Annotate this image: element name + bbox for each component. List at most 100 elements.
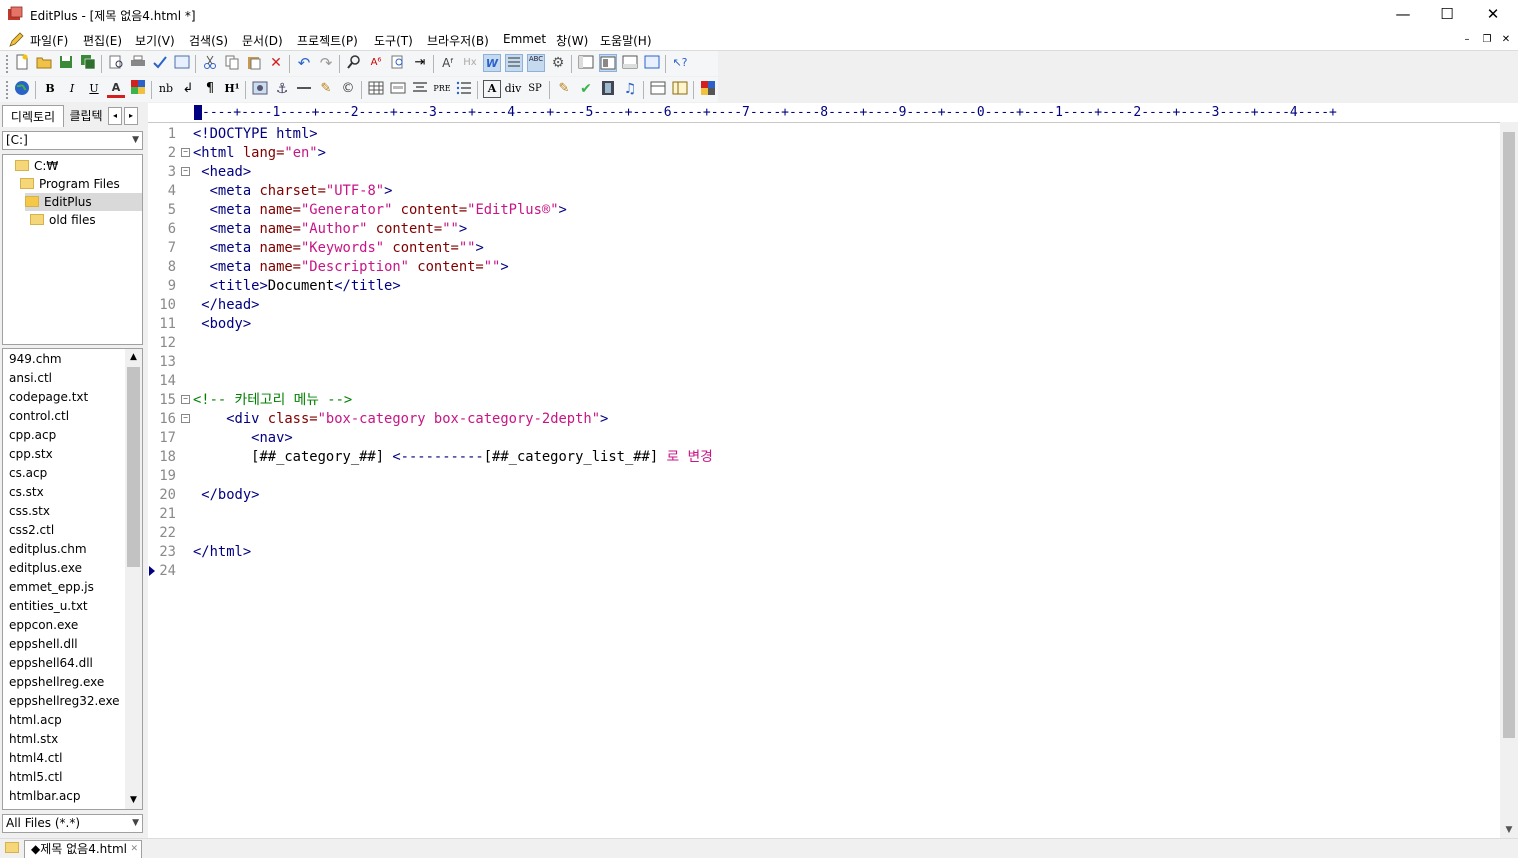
code-line[interactable]: 21 (148, 505, 1488, 524)
settings-gear-icon[interactable]: ⚙ (549, 54, 567, 72)
table-icon[interactable] (367, 80, 385, 98)
file-item[interactable]: css2.ctl (9, 521, 54, 540)
find-in-files-icon[interactable] (389, 54, 407, 72)
file-item[interactable]: eppshellreg.exe (9, 673, 104, 692)
save-icon[interactable] (57, 54, 75, 72)
layout-icon[interactable] (671, 80, 689, 98)
fold-toggle-icon[interactable]: − (181, 395, 190, 404)
file-item[interactable]: eppshellreg32.exe (9, 692, 120, 711)
file-item[interactable]: ansi.ctl (9, 369, 52, 388)
new-file-icon[interactable] (13, 54, 31, 72)
file-item[interactable]: 949.chm (9, 350, 62, 369)
code-line[interactable]: 4 <meta charset="UTF-8"> (148, 182, 1488, 201)
word-wrap-icon[interactable]: W (483, 54, 501, 72)
menu-window[interactable]: 창(W) (556, 32, 588, 49)
code-line[interactable]: 5 <meta name="Generator" content="EditPl… (148, 201, 1488, 220)
code-line[interactable]: 22 (148, 524, 1488, 543)
tree-item[interactable]: EditPlus (25, 193, 142, 211)
close-button[interactable]: ✕ (1470, 0, 1516, 30)
div-button[interactable]: div (504, 80, 522, 98)
open-folder-icon[interactable] (35, 54, 53, 72)
code-line[interactable]: 14 (148, 372, 1488, 391)
print-preview-icon[interactable] (107, 54, 125, 72)
code-line[interactable]: 19 (148, 467, 1488, 486)
fold-toggle-icon[interactable]: − (181, 148, 190, 157)
close-tab-icon[interactable]: ✕ (130, 841, 138, 858)
find-icon[interactable] (345, 54, 363, 72)
tab-scroll-left-icon[interactable]: ◂ (108, 107, 122, 125)
maximize-button[interactable]: ☐ (1424, 0, 1470, 30)
file-item[interactable]: cpp.acp (9, 426, 56, 445)
code-line[interactable]: 18 [##_category_##] <----------[##_categ… (148, 448, 1488, 467)
font-color-button[interactable]: A (107, 80, 125, 98)
code-line[interactable]: 8 <meta name="Description" content=""> (148, 258, 1488, 277)
menu-document[interactable]: 문서(D) (242, 32, 283, 49)
file-filter-select[interactable]: All Files (*.*) ▼ (2, 814, 143, 833)
spellcheck-icon[interactable] (151, 54, 169, 72)
toolbar-grip[interactable] (6, 55, 11, 73)
file-list-scrollbar[interactable]: ▲ ▼ (125, 349, 142, 809)
ruler-icon[interactable]: ABC (527, 54, 545, 72)
drive-select[interactable]: [C:] ▼ (2, 131, 143, 150)
tab-scroll-right-icon[interactable]: ▸ (124, 107, 138, 125)
fold-toggle-icon[interactable]: − (181, 167, 190, 176)
image-icon[interactable] (251, 80, 269, 98)
menu-tools[interactable]: 도구(T) (374, 32, 413, 49)
fold-toggle-icon[interactable]: − (181, 414, 190, 423)
music-note-icon[interactable]: ♫ (621, 80, 639, 98)
menu-file[interactable]: 파일(F) (30, 32, 68, 49)
toolbar-grip[interactable] (6, 81, 11, 99)
line-break-button[interactable]: ↲ (179, 80, 197, 98)
code-line[interactable]: 6 <meta name="Author" content=""> (148, 220, 1488, 239)
nbsp-button[interactable]: nb (157, 80, 175, 98)
mdi-restore-button[interactable]: ❐ (1479, 33, 1495, 47)
file-item[interactable]: html5.ctl (9, 768, 62, 787)
copyright-icon[interactable]: © (339, 80, 357, 98)
anchor-icon[interactable]: ⚓ (273, 80, 291, 98)
color-picker-icon[interactable] (699, 80, 717, 98)
code-line[interactable]: 12 (148, 334, 1488, 353)
code-line[interactable]: 24 (148, 562, 1488, 581)
file-item[interactable]: css.stx (9, 502, 50, 521)
file-item[interactable]: html.stx (9, 730, 58, 749)
file-item[interactable]: eppshell64.dll (9, 654, 93, 673)
code-line[interactable]: 1 <!DOCTYPE html> (148, 125, 1488, 144)
cut-icon[interactable] (201, 54, 219, 72)
hex-icon[interactable]: Hx (461, 54, 479, 72)
code-line[interactable]: 7 <meta name="Keywords" content=""> (148, 239, 1488, 258)
code-line[interactable]: 23 </html> (148, 543, 1488, 562)
tab-cliptext[interactable]: 클립텍 (64, 105, 108, 127)
line-number-icon[interactable] (505, 54, 523, 72)
code-area[interactable]: 1 <!DOCTYPE html> 2− <html lang="en"> 3− <he… (148, 125, 1498, 825)
save-all-icon[interactable] (79, 54, 97, 72)
undo-icon[interactable]: ↶ (295, 54, 313, 72)
file-item[interactable]: cs.stx (9, 483, 44, 502)
horizontal-rule-icon[interactable] (295, 80, 313, 98)
cliptext-window-icon[interactable] (577, 54, 595, 72)
fullscreen-icon[interactable] (643, 54, 661, 72)
file-item[interactable]: entities_u.txt (9, 597, 88, 616)
directory-window-icon[interactable] (599, 54, 617, 72)
mdi-close-button[interactable]: ✕ (1498, 33, 1514, 47)
scroll-down-icon[interactable]: ▼ (1500, 822, 1518, 838)
file-item[interactable]: control.ctl (9, 407, 69, 426)
heading-button[interactable]: H¹ (223, 80, 241, 98)
replace-icon[interactable]: A⁶ (367, 54, 385, 72)
file-item[interactable]: codepage.txt (9, 388, 88, 407)
pre-button[interactable]: PRE (433, 80, 451, 98)
file-item[interactable]: emmet_epp.js (9, 578, 94, 597)
code-line[interactable]: 17 <nav> (148, 429, 1488, 448)
file-item[interactable]: eppcon.exe (9, 616, 78, 635)
delete-icon[interactable]: ✕ (267, 54, 285, 72)
list-icon[interactable] (455, 80, 473, 98)
menu-search[interactable]: 검색(S) (189, 32, 228, 49)
menu-project[interactable]: 프로젝트(P) (297, 32, 358, 49)
file-item[interactable]: editplus.chm (9, 540, 87, 559)
span-button[interactable]: SP (526, 80, 544, 98)
scroll-up-icon[interactable]: ▲ (125, 349, 142, 366)
menu-help[interactable]: 도움말(H) (600, 32, 652, 49)
copy-icon[interactable] (223, 54, 241, 72)
goto-line-icon[interactable]: ⇥ (411, 54, 429, 72)
output-window-icon[interactable] (621, 54, 639, 72)
print-icon[interactable] (129, 54, 147, 72)
